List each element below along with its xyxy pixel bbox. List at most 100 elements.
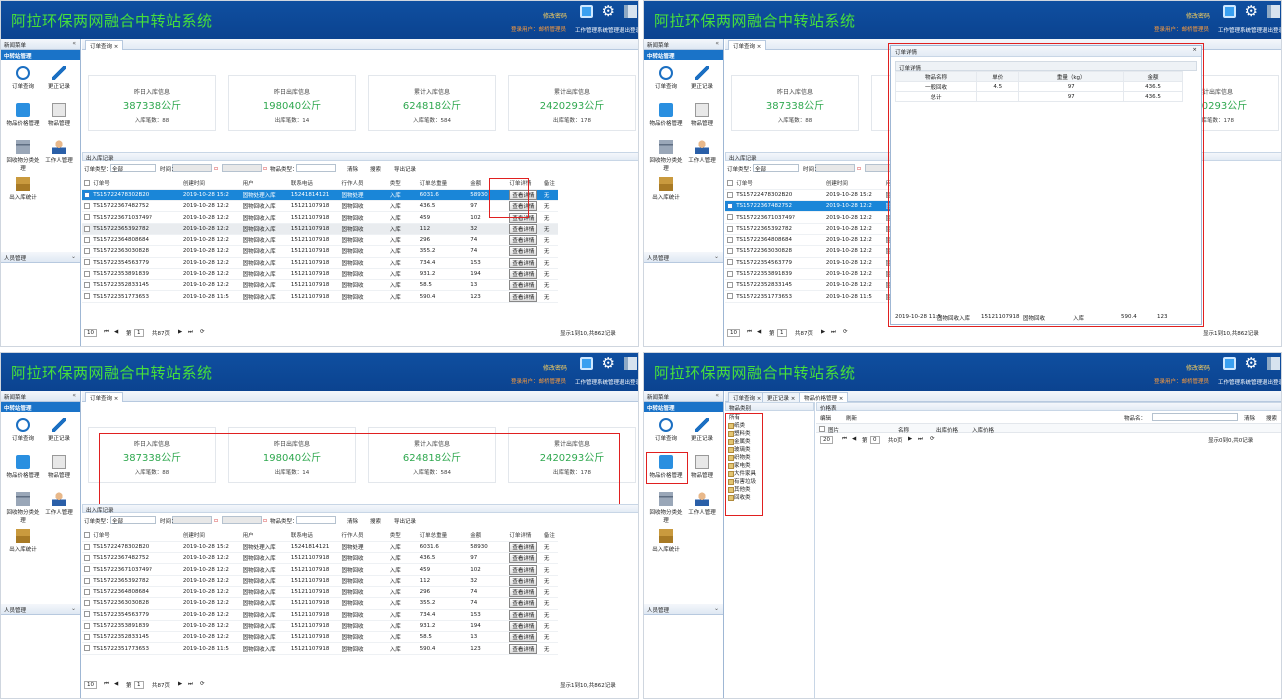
table-row[interactable]: TS157223528331452019-10-28 12:2固物回收入库151… — [82, 631, 558, 644]
change-password-link[interactable]: 修改密码 — [1186, 11, 1210, 20]
prev-page-icon[interactable]: ◀ — [114, 681, 118, 687]
tree-node[interactable]: 纸类 — [725, 421, 814, 429]
time-start-input[interactable] — [172, 164, 212, 172]
tab-correction[interactable]: 更正记录 × — [762, 392, 801, 402]
sidebar-item[interactable]: 物品管理 — [41, 103, 77, 127]
select-all-checkbox[interactable] — [84, 532, 90, 539]
row-checkbox[interactable] — [84, 293, 90, 300]
page-size-select[interactable]: 20 — [820, 436, 833, 444]
first-page-icon[interactable]: ⏮ — [747, 329, 752, 336]
row-checkbox[interactable] — [84, 543, 90, 550]
sidebar-item[interactable]: 物品管理 — [684, 103, 720, 127]
sidebar-item[interactable]: 出入库统计 — [648, 177, 684, 201]
select-all-checkbox[interactable] — [727, 180, 733, 187]
view-detail-button[interactable]: 查看详情 — [509, 291, 538, 302]
clear-button[interactable]: 清除 — [347, 517, 358, 525]
row-checkbox[interactable] — [84, 282, 90, 289]
header-button[interactable]: 退出登录 — [1262, 5, 1281, 34]
next-page-icon[interactable]: ▶ — [178, 681, 182, 687]
sidebar-section[interactable]: 中转站管理 — [644, 402, 723, 412]
tab-order-query[interactable]: 订单查询 × — [728, 40, 767, 50]
sidebar-section[interactable]: 中转站管理 — [644, 50, 723, 60]
table-row[interactable]: TS157223648086842019-10-28 12:2固物回收入库151… — [82, 586, 558, 599]
refresh-icon[interactable]: ⟳ — [200, 329, 205, 335]
next-page-icon[interactable]: ▶ — [178, 329, 182, 335]
item-type-select[interactable] — [296, 516, 336, 524]
refresh-icon[interactable]: ⟳ — [843, 329, 848, 335]
header-button[interactable]: 工作管理 — [575, 5, 597, 34]
first-page-icon[interactable]: ⏮ — [842, 436, 847, 443]
first-page-icon[interactable]: ⏮ — [104, 329, 109, 336]
sidebar-item[interactable]: 工作人管理 — [684, 140, 720, 164]
header-button[interactable]: 退出登录 — [619, 357, 638, 386]
view-detail-button[interactable]: 查看详情 — [509, 564, 538, 575]
tree-root[interactable]: 所有 — [725, 413, 814, 421]
refresh-icon[interactable]: ⟳ — [200, 681, 205, 687]
next-page-icon[interactable]: ▶ — [821, 329, 825, 335]
row-checkbox[interactable] — [727, 282, 733, 289]
select-all-checkbox[interactable] — [84, 180, 90, 187]
header-button[interactable]: 退出登录 — [1262, 357, 1281, 386]
select-all-checkbox[interactable] — [819, 426, 825, 432]
collapse-icon[interactable]: « — [715, 392, 719, 399]
calendar-icon[interactable]: ▫ — [214, 165, 218, 172]
view-detail-button[interactable]: 查看详情 — [509, 632, 538, 642]
export-button[interactable]: 导出记录 — [394, 165, 416, 173]
prev-page-icon[interactable]: ◀ — [852, 436, 856, 442]
row-checkbox[interactable] — [727, 225, 733, 232]
refresh-button[interactable]: 刷新 — [846, 414, 857, 422]
sidebar-item[interactable]: 订单查询 — [5, 418, 41, 442]
tree-node[interactable]: 塑料类 — [725, 429, 814, 437]
table-row[interactable]: TS157223545637792019-10-28 12:2固物回收入库151… — [82, 609, 558, 621]
tree-node[interactable]: 玻璃类 — [725, 445, 814, 453]
time-end-input[interactable] — [222, 164, 262, 172]
row-checkbox[interactable] — [727, 248, 733, 255]
calendar-icon[interactable]: ▫ — [263, 165, 267, 172]
row-checkbox[interactable] — [84, 554, 90, 561]
change-password-link[interactable]: 修改密码 — [543, 11, 567, 20]
tab-order-query[interactable]: 订单查询 × — [85, 392, 124, 402]
sidebar-item[interactable]: 更正记录 — [684, 66, 720, 90]
sidebar-item[interactable]: 出入库统计 — [5, 529, 41, 553]
view-detail-button[interactable]: 查看详情 — [509, 280, 538, 290]
prev-page-icon[interactable]: ◀ — [114, 329, 118, 335]
search-button[interactable]: 搜索 — [370, 165, 381, 173]
row-checkbox[interactable] — [727, 202, 733, 209]
sidebar-item[interactable]: 出入库统计 — [648, 529, 684, 553]
tree-node[interactable]: 回收类 — [725, 493, 814, 501]
time-start-input[interactable] — [815, 164, 855, 172]
collapse-icon[interactable]: « — [72, 392, 76, 399]
sidebar-item[interactable]: 更正记录 — [41, 66, 77, 90]
last-page-icon[interactable]: ⏭ — [831, 329, 836, 336]
sidebar-section-2[interactable]: 人员管理 ⌄ — [1, 604, 80, 615]
sidebar-item[interactable]: 物品价格管理 — [5, 455, 41, 479]
search-button[interactable]: 搜索 — [1266, 414, 1277, 422]
order-type-value[interactable]: 全部 — [112, 517, 123, 525]
sidebar-section[interactable]: 中转站管理 — [1, 402, 80, 412]
table-row[interactable]: TS157223528331452019-10-28 12:2固物回收入库151… — [82, 279, 558, 292]
table-row[interactable]: TS157223538918392019-10-28 12:2固物回收入库151… — [82, 268, 558, 281]
sidebar-item[interactable]: 物品管理 — [41, 455, 77, 479]
view-detail-button[interactable]: 查看详情 — [509, 587, 538, 597]
sidebar-item[interactable]: 更正记录 — [684, 418, 720, 442]
last-page-icon[interactable]: ⏭ — [188, 329, 193, 336]
row-checkbox[interactable] — [84, 622, 90, 629]
table-row[interactable]: TS157223653927822019-10-28 12:2固物回收入库151… — [82, 223, 558, 235]
row-checkbox[interactable] — [84, 214, 90, 221]
sidebar-item[interactable]: 回收物分类处理 — [5, 140, 41, 172]
sidebar-item[interactable]: 回收物分类处理 — [648, 492, 684, 524]
header-button[interactable]: 工作管理 — [1218, 357, 1240, 386]
row-checkbox[interactable] — [727, 259, 733, 266]
header-button[interactable]: 工作管理 — [575, 357, 597, 386]
sidebar-section[interactable]: 中转站管理 — [1, 50, 80, 60]
row-checkbox[interactable] — [727, 214, 733, 221]
sidebar-item[interactable]: 物品管理 — [684, 455, 720, 479]
table-row[interactable]: TS157223630308282019-10-28 12:2固物回收入库151… — [82, 597, 558, 610]
page-number-input[interactable]: 1 — [134, 329, 144, 337]
collapse-icon[interactable]: « — [715, 40, 719, 47]
change-password-link[interactable]: 修改密码 — [543, 363, 567, 372]
view-detail-button[interactable]: 查看详情 — [509, 609, 538, 620]
view-detail-button[interactable]: 查看详情 — [509, 541, 538, 552]
table-row[interactable]: TS157223517736532019-10-28 11:5固物回收入库151… — [82, 642, 558, 655]
row-checkbox[interactable] — [84, 225, 90, 232]
